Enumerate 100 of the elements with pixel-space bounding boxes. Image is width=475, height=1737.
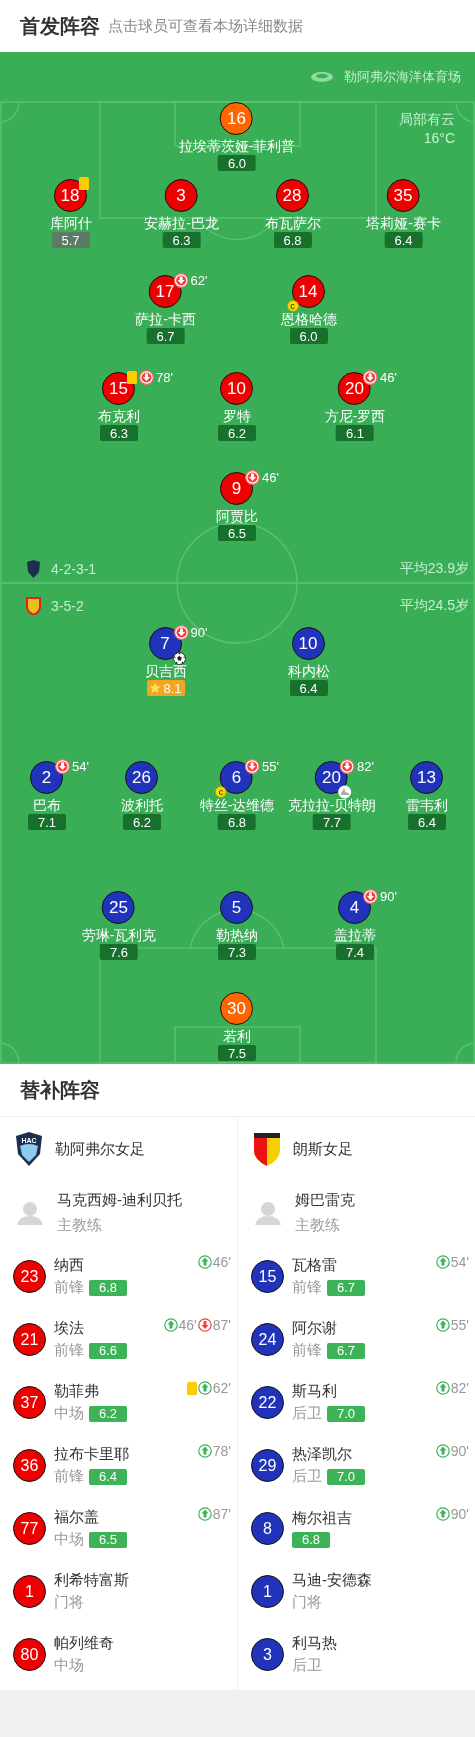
player-position: 中场 <box>54 1530 84 1549</box>
substitution-in-icon <box>435 1507 450 1521</box>
player-number[interactable]: 21 <box>13 1323 46 1356</box>
player-number[interactable]: 8 <box>251 1512 284 1545</box>
substitution-minute: 82' <box>450 1380 469 1396</box>
player-rating: 6.8 <box>273 232 312 248</box>
player-rating: 6.5 <box>89 1531 127 1548</box>
player-number[interactable]: 26 <box>125 761 158 794</box>
player-number[interactable]: 17 <box>148 275 182 308</box>
coach-name: 姆巴雷克 <box>295 1191 355 1210</box>
avatar-icon <box>255 1201 281 1225</box>
player-name: 萨拉-卡西 <box>135 310 196 328</box>
player-number[interactable]: 20 <box>338 372 371 405</box>
player-rating: 6.4 <box>384 232 423 248</box>
section-title: 替补阵容 <box>20 1077 100 1103</box>
substitution-minute: 87' <box>212 1506 231 1522</box>
player-number[interactable]: 10 <box>220 372 253 405</box>
coach-name: 马克西姆-迪利贝托 <box>57 1191 182 1210</box>
team-name: 朗斯女足 <box>293 1139 353 1159</box>
player-position: 中场 <box>54 1656 84 1675</box>
player-name: 梅尔祖吉 <box>292 1508 352 1528</box>
formation: 3-5-2 <box>51 598 84 614</box>
player-name: 帕列维奇 <box>54 1634 114 1653</box>
substitution-minute: 87' <box>212 1317 231 1333</box>
player-number[interactable]: 22 <box>251 1386 284 1419</box>
player-number[interactable]: 18 <box>53 179 87 212</box>
player-rating: 6.0 <box>218 155 256 171</box>
player-name: 埃法 <box>54 1319 85 1338</box>
player-name: 盖拉蒂 <box>334 926 376 944</box>
player-rating: 7.3 <box>218 944 256 960</box>
substitution-out-icon <box>363 370 378 385</box>
player-rating: 6.8 <box>218 814 256 830</box>
player-rating: 7.0 <box>327 1405 365 1422</box>
substitution-minute: 82' <box>357 759 374 774</box>
player-number[interactable]: 29 <box>251 1449 284 1482</box>
player-name: 福尔盖 <box>54 1508 100 1527</box>
player-position: 中场 <box>54 1404 84 1423</box>
player-name: 纳西 <box>54 1256 85 1275</box>
player-rating: 6.4 <box>89 1468 127 1485</box>
player-rating: 6.3 <box>162 232 201 248</box>
player-name: 拉埃蒂茨娅-菲利普 <box>178 137 296 155</box>
player-rating: 6.2 <box>89 1405 127 1422</box>
player-number[interactable]: 1 <box>13 1575 46 1608</box>
substitution-out-icon <box>245 759 260 774</box>
stadium-icon <box>310 71 334 83</box>
player-name: 科内松 <box>287 662 330 680</box>
player-number[interactable]: 80 <box>13 1638 46 1671</box>
player-rating: 6.8 <box>89 1279 127 1296</box>
player-number[interactable]: 2 <box>30 761 63 794</box>
player-number[interactable]: 5 <box>220 891 253 924</box>
substitution-out-icon <box>245 470 260 485</box>
substitution-out-icon <box>197 1318 212 1332</box>
player-number[interactable]: 77 <box>13 1512 46 1545</box>
player-rating: 6.0 <box>289 328 328 344</box>
player-number[interactable]: 28 <box>275 179 309 212</box>
player-number[interactable]: 35 <box>386 179 420 212</box>
substitution-out-icon <box>173 273 189 288</box>
player-number[interactable]: 25 <box>102 891 135 924</box>
player-name: 马迪-安德森 <box>292 1571 372 1590</box>
player-number[interactable]: 15 <box>102 372 135 405</box>
player-number[interactable]: 37 <box>13 1386 46 1419</box>
player-position: 后卫 <box>292 1404 322 1423</box>
player-name: 罗特 <box>223 407 251 425</box>
shield-logo-icon <box>26 560 41 578</box>
player-number[interactable]: 23 <box>13 1260 46 1293</box>
substitution-minute: 90' <box>450 1443 469 1459</box>
substitution-minute: 90' <box>450 1506 469 1522</box>
substitution-out-icon <box>173 625 189 640</box>
player-rating: 7.1 <box>28 814 66 830</box>
player-number[interactable]: 9 <box>220 472 253 505</box>
player-number[interactable]: 13 <box>410 761 443 794</box>
player-rating: 7.5 <box>218 1045 256 1061</box>
player-number[interactable]: 15 <box>251 1260 284 1293</box>
player-name: 波利托 <box>121 796 163 814</box>
player-position: 前锋 <box>292 1341 322 1360</box>
section-title: 首发阵容 <box>20 13 100 39</box>
substitution-minute: 90' <box>380 889 397 904</box>
player-number[interactable]: 16 <box>220 102 253 135</box>
average-age: 平均23.9岁 <box>399 560 469 578</box>
player-number[interactable]: 24 <box>251 1323 284 1356</box>
player-number[interactable]: 3 <box>164 179 198 212</box>
player-name: 勒热纳 <box>216 926 258 944</box>
player-name: 库阿什 <box>49 214 92 232</box>
player-rating: 6.3 <box>100 425 138 441</box>
substitution-minute: 46' <box>178 1317 197 1333</box>
coach-role: 主教练 <box>295 1216 341 1235</box>
team-name: 勒阿弗尔女足 <box>55 1139 145 1159</box>
substitution-out-icon <box>363 889 378 904</box>
coach-role: 主教练 <box>57 1216 103 1235</box>
player-name: 克拉拉-贝特朗 <box>287 796 377 814</box>
player-number[interactable]: 30 <box>220 992 253 1025</box>
player-number[interactable]: 10 <box>291 627 325 660</box>
substitution-minute: 54' <box>450 1254 469 1270</box>
player-number[interactable]: 1 <box>251 1575 284 1608</box>
player-number[interactable]: 36 <box>13 1449 46 1482</box>
player-number[interactable]: 4 <box>338 891 371 924</box>
substitution-minute: 46' <box>380 370 397 385</box>
player-name: 阿贾比 <box>216 507 258 525</box>
substitution-minute: 46' <box>262 470 279 485</box>
player-number[interactable]: 3 <box>251 1638 284 1671</box>
